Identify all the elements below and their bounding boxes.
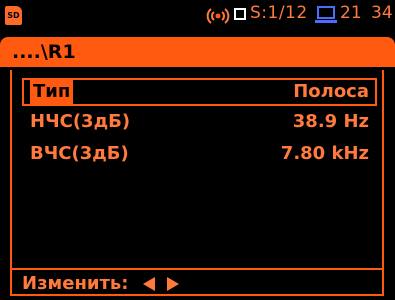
session-indicator: S:1/12 [250,3,308,23]
sd-card-icon: SD [5,6,22,25]
stop-icon [234,8,246,20]
row-low-cutoff-label: НЧС(3дБ) [30,111,131,132]
footer-label: Изменить: [22,273,129,294]
row-high-cutoff[interactable]: ВЧС(3дБ) 7.80 kHz [22,140,377,168]
pc-connection-icon [315,6,337,23]
row-high-cutoff-value: 7.80 kHz [280,143,369,164]
right-arrow-icon [166,277,179,291]
clock: 21 34 [340,3,393,23]
path-title: ....\R1 [0,37,395,67]
row-low-cutoff-value: 38.9 Hz [292,111,369,132]
footer-hint: Изменить: [22,272,181,296]
row-type-value[interactable]: Полоса [293,80,369,104]
status-bar: SD S:1/12 21 34 [0,0,395,32]
device-screen: SD S:1/12 21 34 ....\R1 Тип Полоса НЧС(3… [0,0,395,300]
left-right-arrows-icon [142,277,179,291]
row-high-cutoff-label: ВЧС(3дБ) [30,143,129,164]
left-arrow-icon [142,277,155,291]
row-type[interactable]: Тип Полоса [22,78,377,106]
footer-divider [10,268,384,270]
row-type-label: Тип [30,80,74,104]
wireless-icon [206,8,230,24]
row-low-cutoff[interactable]: НЧС(3дБ) 38.9 Hz [22,108,377,136]
